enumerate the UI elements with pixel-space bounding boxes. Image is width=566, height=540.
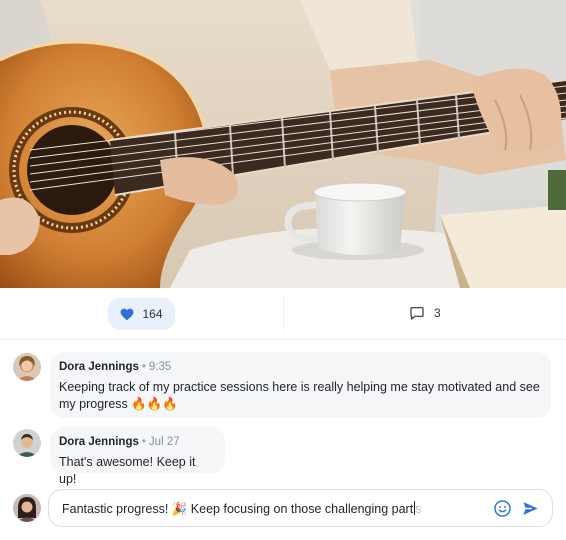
like-button[interactable]: 164 [108,298,175,330]
comment-input[interactable]: Fantastic progress! 🎉 Keep focusing on t… [48,489,553,527]
post-actions-bar: 164 3 [0,288,566,340]
smiley-icon [494,500,511,517]
send-icon [523,502,538,515]
emoji-button[interactable] [493,499,512,523]
like-count: 164 [142,307,163,321]
comment-author[interactable]: Dora Jennings [59,361,139,373]
send-button[interactable] [521,499,540,523]
separator-dot: • [141,436,146,448]
current-user-avatar[interactable] [13,494,41,522]
separator-dot: • [141,361,146,373]
post-photo [0,0,566,288]
guitar-photo-illustration [0,0,566,288]
comment-meta: Dora Jennings • 9:35 [59,359,541,375]
comment-time: 9:35 [148,361,172,373]
comment-time: Jul 27 [148,436,180,448]
comment-text: Keeping track of my practice sessions he… [59,380,540,411]
avatar[interactable] [13,353,41,381]
comment-meta: Dora Jennings • Jul 27 [59,434,215,450]
comment-author[interactable]: Dora Jennings [59,436,139,448]
comment-count: 3 [434,306,441,320]
actions-divider [283,296,284,330]
comment-bubble-icon [410,307,424,320]
comments-button[interactable]: 3 [409,305,441,321]
comment-bubble: Dora Jennings • Jul 27 That's awesome! Kee… [50,427,225,486]
comment-bubble: Dora Jennings • 9:35 Keeping track of my p… [50,352,551,418]
autocomplete-suggestion: s [415,502,422,516]
comment-input-value: Fantastic progress! 🎉 Keep focusing on t… [62,502,414,516]
heart-icon [121,308,134,320]
comment-input-text[interactable]: Fantastic progress! 🎉 Keep focusing on t… [62,501,421,517]
avatar[interactable] [13,429,41,457]
comment-text: That's awesome! Keep it up! [59,455,196,486]
